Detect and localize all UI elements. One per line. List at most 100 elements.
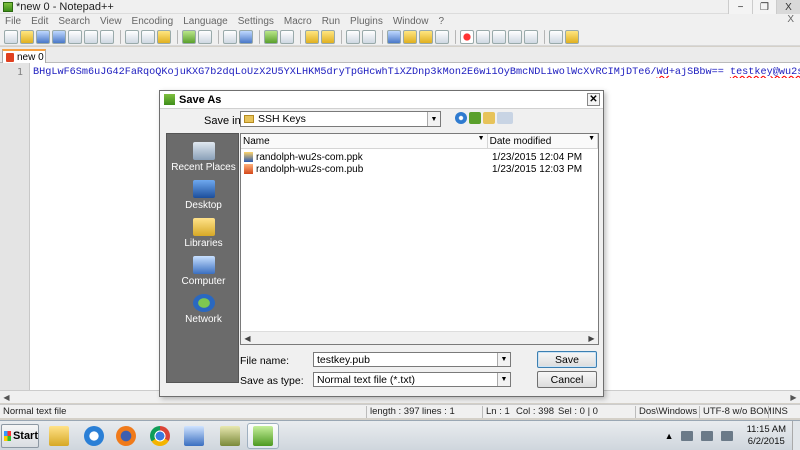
close-all-icon[interactable] — [84, 29, 98, 44]
paste-icon[interactable] — [157, 29, 171, 44]
column-date-modified[interactable]: Date modified ▼ — [488, 134, 598, 149]
clock[interactable]: 11:15 AM 6/2/2015 — [747, 424, 786, 448]
open-file-icon[interactable] — [20, 29, 34, 44]
save-all-icon[interactable] — [52, 29, 66, 44]
place-desktop[interactable]: Desktop — [167, 180, 240, 211]
close-document-button[interactable]: X — [787, 14, 794, 25]
menu-view[interactable]: View — [95, 16, 127, 27]
close-file-icon[interactable] — [68, 29, 82, 44]
chevron-down-icon[interactable]: ▼ — [478, 135, 485, 142]
menu-encoding[interactable]: Encoding — [127, 16, 179, 27]
scroll-right-icon[interactable]: ▶ — [787, 391, 800, 403]
chevron-down-icon[interactable]: ▼ — [427, 112, 440, 126]
save-in-dropdown[interactable]: SSH Keys ▼ — [240, 111, 441, 127]
taskbar-remote-desktop[interactable] — [178, 423, 210, 449]
file-row[interactable]: randolph-wu2s-com.pub 1/23/2015 12:03 PM — [241, 163, 598, 175]
spell-check-icon[interactable] — [549, 29, 563, 44]
scroll-right-icon[interactable]: ▶ — [585, 332, 598, 344]
volume-icon[interactable] — [720, 431, 733, 441]
up-folder-icon[interactable] — [469, 112, 481, 124]
taskbar-chrome[interactable] — [144, 423, 176, 449]
sync-horizontal-icon[interactable] — [321, 29, 335, 44]
cut-icon[interactable] — [125, 29, 139, 44]
menu-settings[interactable]: Settings — [233, 16, 279, 27]
menu-run[interactable]: Run — [317, 16, 345, 27]
back-icon[interactable] — [455, 112, 467, 124]
user-language-icon[interactable] — [403, 29, 417, 44]
column-name[interactable]: Name ▼ — [241, 134, 488, 149]
print-icon[interactable] — [100, 29, 114, 44]
taskbar-firefox[interactable] — [110, 423, 142, 449]
zoom-in-icon[interactable] — [264, 29, 278, 44]
close-button[interactable]: X — [776, 0, 800, 14]
taskbar-notepadpp[interactable] — [247, 423, 279, 449]
word-wrap-icon[interactable] — [346, 29, 360, 44]
notepadpp-icon — [164, 94, 175, 105]
menu-language[interactable]: Language — [178, 16, 233, 27]
scroll-left-icon[interactable]: ◀ — [0, 391, 13, 403]
menu-search[interactable]: Search — [53, 16, 95, 27]
save-button[interactable]: Save — [537, 351, 597, 368]
chevron-down-icon[interactable]: ▼ — [497, 353, 510, 366]
file-list-horizontal-scrollbar[interactable]: ◀ ▶ — [241, 331, 598, 344]
plugin-icon[interactable] — [565, 29, 579, 44]
save-as-type-dropdown[interactable]: Normal text file (*.txt) ▼ — [313, 372, 511, 387]
undo-icon[interactable] — [182, 29, 196, 44]
editor-text-line[interactable]: BHgLwF6Sm6uJG42FaRqoQKojuKXG7b2dqLoUzX2U… — [33, 67, 800, 78]
place-recent-places[interactable]: Recent Places — [167, 142, 240, 173]
taskbar-putty-keygen[interactable] — [214, 423, 246, 449]
place-label: Desktop — [185, 200, 222, 211]
copy-icon[interactable] — [141, 29, 155, 44]
find-icon[interactable] — [223, 29, 237, 44]
text-segment: +ajSBbw== — [668, 67, 730, 78]
file-name-input[interactable]: testkey.pub ▼ — [313, 352, 511, 367]
save-in-value: SSH Keys — [258, 113, 306, 125]
save-macro-icon[interactable] — [524, 29, 538, 44]
play-macro-icon[interactable] — [492, 29, 506, 44]
new-folder-icon[interactable] — [483, 112, 495, 124]
menu-edit[interactable]: Edit — [26, 16, 53, 27]
libraries-icon — [192, 218, 215, 236]
minimize-button[interactable]: − — [728, 0, 752, 14]
window-title: *new 0 - Notepad++ — [16, 0, 114, 13]
zoom-out-icon[interactable] — [280, 29, 294, 44]
dialog-close-button[interactable]: ✕ — [587, 93, 600, 106]
place-computer[interactable]: Computer — [167, 256, 240, 287]
menu-file[interactable]: File — [0, 16, 26, 27]
indent-guide-icon[interactable] — [387, 29, 401, 44]
menu-plugins[interactable]: Plugins — [345, 16, 388, 27]
show-all-chars-icon[interactable] — [362, 29, 376, 44]
scroll-left-icon[interactable]: ◀ — [241, 332, 254, 344]
place-libraries[interactable]: Libraries — [167, 218, 240, 249]
file-list[interactable]: Name ▼ Date modified ▼ randolph-wu2s-com… — [240, 133, 599, 345]
run-macro-multiple-icon[interactable] — [508, 29, 522, 44]
taskbar-explorer[interactable] — [43, 423, 75, 449]
start-button[interactable]: Start — [1, 424, 39, 448]
show-hidden-icons-icon[interactable]: ▲ — [665, 431, 674, 441]
show-desktop-button[interactable] — [792, 421, 800, 450]
chevron-down-icon[interactable]: ▼ — [497, 373, 510, 386]
save-icon[interactable] — [36, 29, 50, 44]
network-icon[interactable] — [700, 431, 713, 441]
replace-icon[interactable] — [239, 29, 253, 44]
place-network[interactable]: Network — [167, 294, 240, 325]
file-row[interactable]: randolph-wu2s-com.ppk 1/23/2015 12:04 PM — [241, 151, 598, 163]
sync-vertical-icon[interactable] — [305, 29, 319, 44]
tab-new-0[interactable]: new 0 — [2, 49, 46, 63]
menu-window[interactable]: Window — [388, 16, 434, 27]
view-menu-icon[interactable] — [497, 112, 513, 124]
cancel-button[interactable]: Cancel — [537, 371, 597, 388]
taskbar-internet-explorer[interactable] — [78, 423, 110, 449]
menu-macro[interactable]: Macro — [279, 16, 317, 27]
function-list-icon[interactable] — [435, 29, 449, 44]
windows-logo-icon — [4, 431, 11, 441]
new-file-icon[interactable] — [4, 29, 18, 44]
redo-icon[interactable] — [198, 29, 212, 44]
doc-map-icon[interactable] — [419, 29, 433, 44]
restore-button[interactable]: ❐ — [752, 0, 776, 14]
stop-macro-icon[interactable] — [476, 29, 490, 44]
action-center-icon[interactable] — [680, 431, 693, 441]
record-macro-icon[interactable] — [460, 29, 474, 44]
menu-help[interactable]: ? — [433, 16, 449, 27]
chevron-down-icon[interactable]: ▼ — [588, 135, 595, 142]
